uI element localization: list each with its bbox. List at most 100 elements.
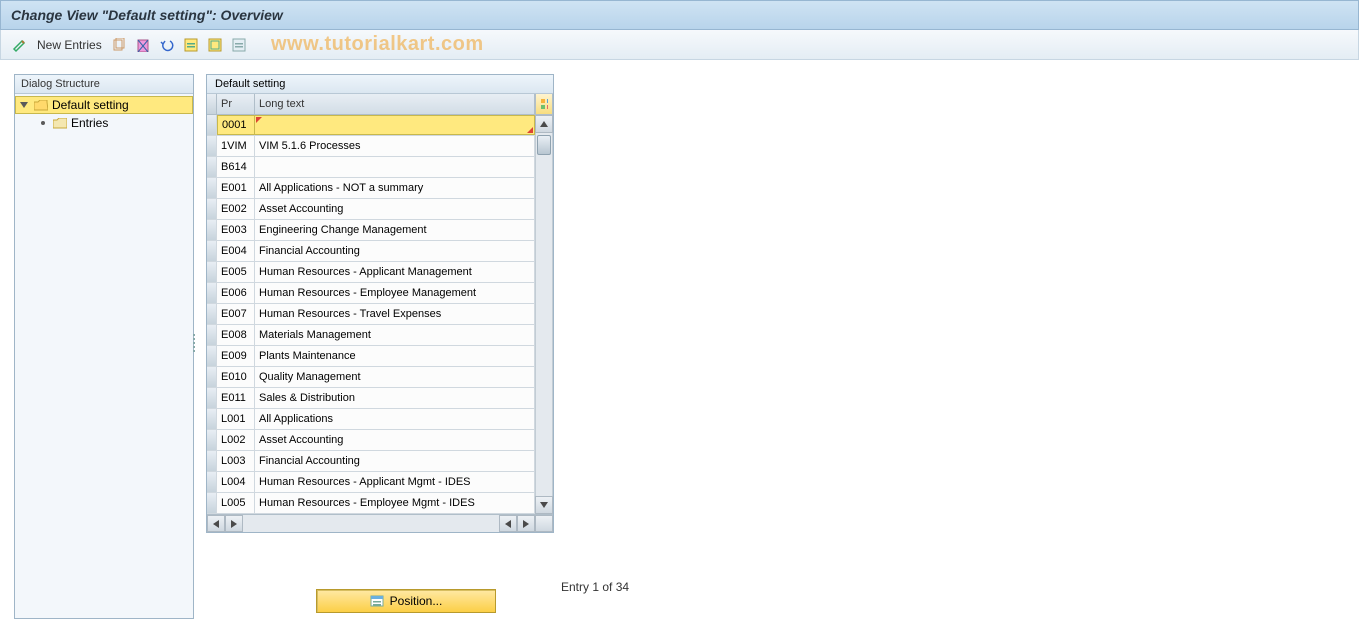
copy-as-icon[interactable] xyxy=(110,36,128,54)
row-selector[interactable] xyxy=(207,115,217,135)
cell-long-text[interactable]: Financial Accounting xyxy=(255,241,535,261)
cell-long-text[interactable] xyxy=(255,157,535,177)
hscroll-right-button[interactable] xyxy=(225,515,243,532)
row-selector[interactable] xyxy=(207,493,217,513)
undo-change-icon[interactable] xyxy=(158,36,176,54)
select-block-icon[interactable] xyxy=(206,36,224,54)
table-row[interactable]: E001All Applications - NOT a summary xyxy=(207,178,535,199)
cell-long-text[interactable]: Plants Maintenance xyxy=(255,346,535,366)
grid-select-all-header[interactable] xyxy=(207,94,217,114)
cell-long-text[interactable]: Sales & Distribution xyxy=(255,388,535,408)
grid-col-long-text[interactable]: Long text xyxy=(255,94,535,114)
cell-pr[interactable]: E008 xyxy=(217,325,255,345)
cell-pr[interactable]: L002 xyxy=(217,430,255,450)
table-row[interactable]: E008Materials Management xyxy=(207,325,535,346)
new-entries-button[interactable]: New Entries xyxy=(35,38,104,52)
tree-node-entries[interactable]: Entries xyxy=(15,114,193,132)
row-selector[interactable] xyxy=(207,283,217,303)
select-all-icon[interactable] xyxy=(182,36,200,54)
row-selector[interactable] xyxy=(207,472,217,492)
table-row[interactable]: 0001 xyxy=(207,115,535,136)
cell-pr[interactable]: L004 xyxy=(217,472,255,492)
table-row[interactable]: E010Quality Management xyxy=(207,367,535,388)
table-row[interactable]: L005Human Resources - Employee Mgmt - ID… xyxy=(207,493,535,514)
cell-pr[interactable]: E001 xyxy=(217,178,255,198)
cell-pr[interactable]: E011 xyxy=(217,388,255,408)
cell-long-text[interactable]: Engineering Change Management xyxy=(255,220,535,240)
cell-pr[interactable]: E010 xyxy=(217,367,255,387)
hscroll-right-button-2[interactable] xyxy=(517,515,535,532)
table-row[interactable]: E003Engineering Change Management xyxy=(207,220,535,241)
cell-pr[interactable]: E007 xyxy=(217,304,255,324)
cell-long-text[interactable]: Quality Management xyxy=(255,367,535,387)
table-row[interactable]: 1VIMVIM 5.1.6 Processes xyxy=(207,136,535,157)
hscroll-left-button-2[interactable] xyxy=(499,515,517,532)
cell-pr[interactable]: L003 xyxy=(217,451,255,471)
table-row[interactable]: E006Human Resources - Employee Managemen… xyxy=(207,283,535,304)
deselect-all-icon[interactable] xyxy=(230,36,248,54)
row-selector[interactable] xyxy=(207,157,217,177)
row-selector[interactable] xyxy=(207,136,217,156)
table-row[interactable]: L001All Applications xyxy=(207,409,535,430)
cell-long-text[interactable]: Asset Accounting xyxy=(255,199,535,219)
toggle-display-change-icon[interactable] xyxy=(11,36,29,54)
row-selector[interactable] xyxy=(207,241,217,261)
table-row[interactable]: L002Asset Accounting xyxy=(207,430,535,451)
scroll-up-button[interactable] xyxy=(535,115,553,133)
cell-long-text[interactable]: All Applications - NOT a summary xyxy=(255,178,535,198)
table-row[interactable]: L004Human Resources - Applicant Mgmt - I… xyxy=(207,472,535,493)
scroll-thumb[interactable] xyxy=(537,135,551,155)
cell-long-text[interactable]: Human Resources - Employee Management xyxy=(255,283,535,303)
row-selector[interactable] xyxy=(207,409,217,429)
cell-long-text[interactable]: All Applications xyxy=(255,409,535,429)
position-button[interactable]: Position... xyxy=(316,589,496,613)
cell-long-text[interactable]: VIM 5.1.6 Processes xyxy=(255,136,535,156)
delete-icon[interactable] xyxy=(134,36,152,54)
table-row[interactable]: L003Financial Accounting xyxy=(207,451,535,472)
row-selector[interactable] xyxy=(207,178,217,198)
vertical-scrollbar[interactable] xyxy=(535,115,553,514)
cell-long-text[interactable]: Human Resources - Applicant Mgmt - IDES xyxy=(255,472,535,492)
cell-long-text[interactable]: Asset Accounting xyxy=(255,430,535,450)
row-selector[interactable] xyxy=(207,199,217,219)
cell-pr[interactable]: E003 xyxy=(217,220,255,240)
table-row[interactable]: E002Asset Accounting xyxy=(207,199,535,220)
cell-pr[interactable]: 0001 xyxy=(217,115,255,135)
cell-pr[interactable]: E009 xyxy=(217,346,255,366)
row-selector[interactable] xyxy=(207,262,217,282)
cell-pr[interactable]: E006 xyxy=(217,283,255,303)
table-row[interactable]: E004Financial Accounting xyxy=(207,241,535,262)
table-row[interactable]: E009Plants Maintenance xyxy=(207,346,535,367)
scroll-track[interactable] xyxy=(535,133,553,496)
row-selector[interactable] xyxy=(207,325,217,345)
grid-col-pr[interactable]: Pr xyxy=(217,94,255,114)
cell-long-text[interactable]: Materials Management xyxy=(255,325,535,345)
cell-long-text[interactable]: Human Resources - Travel Expenses xyxy=(255,304,535,324)
row-selector[interactable] xyxy=(207,304,217,324)
hscroll-left-button[interactable] xyxy=(207,515,225,532)
cell-long-text[interactable]: Human Resources - Employee Mgmt - IDES xyxy=(255,493,535,513)
cell-pr[interactable]: E002 xyxy=(217,199,255,219)
row-selector[interactable] xyxy=(207,430,217,450)
cell-long-text[interactable] xyxy=(255,115,535,135)
scroll-down-button[interactable] xyxy=(535,496,553,514)
cell-long-text[interactable]: Financial Accounting xyxy=(255,451,535,471)
cell-pr[interactable]: L005 xyxy=(217,493,255,513)
table-row[interactable]: E005Human Resources - Applicant Manageme… xyxy=(207,262,535,283)
cell-pr[interactable]: E005 xyxy=(217,262,255,282)
row-selector[interactable] xyxy=(207,220,217,240)
row-selector[interactable] xyxy=(207,388,217,408)
cell-pr[interactable]: E004 xyxy=(217,241,255,261)
cell-pr[interactable]: 1VIM xyxy=(217,136,255,156)
cell-pr[interactable]: B614 xyxy=(217,157,255,177)
row-selector[interactable] xyxy=(207,367,217,387)
cell-pr[interactable]: L001 xyxy=(217,409,255,429)
table-row[interactable]: E011Sales & Distribution xyxy=(207,388,535,409)
table-row[interactable]: B614 xyxy=(207,157,535,178)
expand-collapse-icon[interactable] xyxy=(20,102,28,108)
row-selector[interactable] xyxy=(207,451,217,471)
table-row[interactable]: E007Human Resources - Travel Expenses xyxy=(207,304,535,325)
row-selector[interactable] xyxy=(207,346,217,366)
panel-splitter[interactable] xyxy=(191,332,197,362)
tree-node-default-setting[interactable]: Default setting xyxy=(15,96,193,114)
